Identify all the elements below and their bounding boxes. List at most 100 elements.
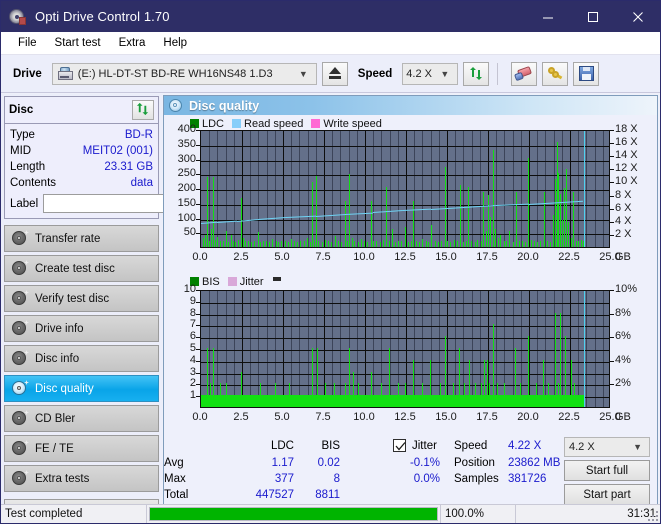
data-bar xyxy=(347,241,348,247)
sidebar-item-transfer-rate[interactable]: Transfer rate xyxy=(4,225,159,252)
sidebar-item-label: Drive info xyxy=(35,322,84,335)
disc-properties: Type BD-R MID MEIT02 (001) Length 23.31 … xyxy=(5,124,246,218)
disc-icon xyxy=(12,410,29,426)
data-bar xyxy=(317,348,318,407)
data-bar xyxy=(358,242,359,247)
sidebar-item-fe-te[interactable]: FE / TE xyxy=(4,435,159,462)
save-button[interactable] xyxy=(573,61,600,86)
sidebar-item-extra-tests[interactable]: Extra tests xyxy=(4,465,159,492)
x-tick-label: 2.5 xyxy=(233,411,249,423)
sidebar-item-label: Disc quality xyxy=(35,382,94,395)
drive-select-value: (E:) HL-DT-ST BD-RE WH16NS48 1.D3 xyxy=(77,67,273,80)
close-icon[interactable] xyxy=(615,1,660,32)
data-bar xyxy=(325,383,326,407)
y-tick-label: 250 xyxy=(177,167,196,180)
y-tick-label: 7 xyxy=(189,318,196,331)
y-tick-label: 350 xyxy=(177,137,196,150)
data-bar xyxy=(254,241,255,247)
sidebar-item-disc-info[interactable]: Disc info xyxy=(4,345,159,372)
erase-button[interactable] xyxy=(511,61,538,86)
data-bar xyxy=(354,241,355,247)
data-bar xyxy=(495,229,496,247)
keys-button[interactable] xyxy=(542,61,569,86)
y-tick-label: 10 xyxy=(183,283,196,295)
data-bar xyxy=(540,241,541,247)
data-bar xyxy=(251,242,252,247)
speed-select-value: 4.2 X xyxy=(406,67,432,80)
disc-icon xyxy=(12,320,29,336)
data-bar xyxy=(245,241,246,247)
menu-extra[interactable]: Extra xyxy=(110,34,155,52)
data-bar xyxy=(405,383,406,407)
data-bar xyxy=(278,242,279,247)
data-bar xyxy=(430,360,431,407)
resize-grip-icon[interactable] xyxy=(648,511,658,521)
data-bar xyxy=(383,240,384,247)
start-part-button[interactable]: Start part xyxy=(564,484,650,505)
data-bar xyxy=(304,241,305,247)
chevron-down-icon: ▼ xyxy=(298,68,308,79)
jitter-checkbox[interactable] xyxy=(393,439,406,452)
data-bar xyxy=(504,241,505,247)
sidebar-item-verify-test-disc[interactable]: Verify test disc xyxy=(4,285,159,312)
sidebar-item-disc-quality[interactable]: Disc quality xyxy=(4,375,159,402)
data-bar xyxy=(220,383,221,407)
x-tick-label: 22.5 xyxy=(558,251,580,263)
eject-button[interactable] xyxy=(321,61,348,86)
disc-row-length: Length 23.31 GB xyxy=(10,159,153,175)
y-tick-mark xyxy=(196,290,200,291)
data-bar xyxy=(543,360,544,407)
sidebar-item-label: Verify test disc xyxy=(35,292,110,305)
data-bar xyxy=(288,242,289,247)
menu-file[interactable]: File xyxy=(9,34,46,52)
stats-max-bis: 8 xyxy=(333,473,340,485)
menu-start-test[interactable]: Start test xyxy=(46,34,110,52)
y2-tick-label: 2 X xyxy=(615,227,632,240)
data-bar xyxy=(364,241,365,247)
data-bar xyxy=(516,192,517,247)
data-bar xyxy=(318,241,319,247)
stats-speed-value: 4.22 X xyxy=(508,440,542,452)
data-bar xyxy=(300,241,301,247)
menu-help[interactable]: Help xyxy=(154,34,196,52)
sidebar-item-label: Create test disc xyxy=(35,262,115,275)
sidebar-item-label: Transfer rate xyxy=(35,232,101,245)
stats-speed-select[interactable]: 4.2 X ▼ xyxy=(564,437,650,457)
refresh-button[interactable] xyxy=(463,61,490,86)
y-tick-label: 400 xyxy=(177,123,196,135)
data-bar xyxy=(367,242,368,247)
y-tick-mark xyxy=(196,233,200,234)
data-bar xyxy=(475,383,476,407)
data-bar xyxy=(233,241,234,247)
data-bar xyxy=(471,241,472,247)
refresh-icon xyxy=(136,102,150,119)
data-bar xyxy=(312,182,313,247)
start-full-button[interactable]: Start full xyxy=(564,460,650,481)
sidebar-item-cd-bler[interactable]: CD Bler xyxy=(4,405,159,432)
data-bar xyxy=(547,241,548,247)
data-bar xyxy=(564,188,565,247)
data-bar xyxy=(269,242,270,247)
drive-select[interactable]: (E:) HL-DT-ST BD-RE WH16NS48 1.D3 ▼ xyxy=(51,62,317,85)
data-bar xyxy=(459,348,460,407)
data-bar xyxy=(475,242,476,247)
disc-refresh-button[interactable] xyxy=(132,100,154,120)
data-bar xyxy=(506,241,507,247)
minimize-icon[interactable] xyxy=(525,1,570,32)
data-bar xyxy=(445,336,446,407)
y-tick-mark xyxy=(196,361,200,362)
data-bar xyxy=(519,241,520,247)
data-bar xyxy=(341,242,342,247)
speed-select[interactable]: 4.2 X ▼ xyxy=(402,62,459,85)
stats-samples-value: 381726 xyxy=(508,473,547,485)
data-bar xyxy=(243,238,244,247)
data-bar xyxy=(238,240,239,247)
data-bar xyxy=(578,241,579,247)
data-bar xyxy=(228,242,229,247)
sidebar-item-create-test-disc[interactable]: Create test disc xyxy=(4,255,159,282)
data-bar xyxy=(291,239,292,247)
x-tick-label: 5.0 xyxy=(274,251,290,263)
sidebar-item-drive-info[interactable]: Drive info xyxy=(4,315,159,342)
data-bar xyxy=(266,241,267,247)
maximize-icon[interactable] xyxy=(570,1,615,32)
